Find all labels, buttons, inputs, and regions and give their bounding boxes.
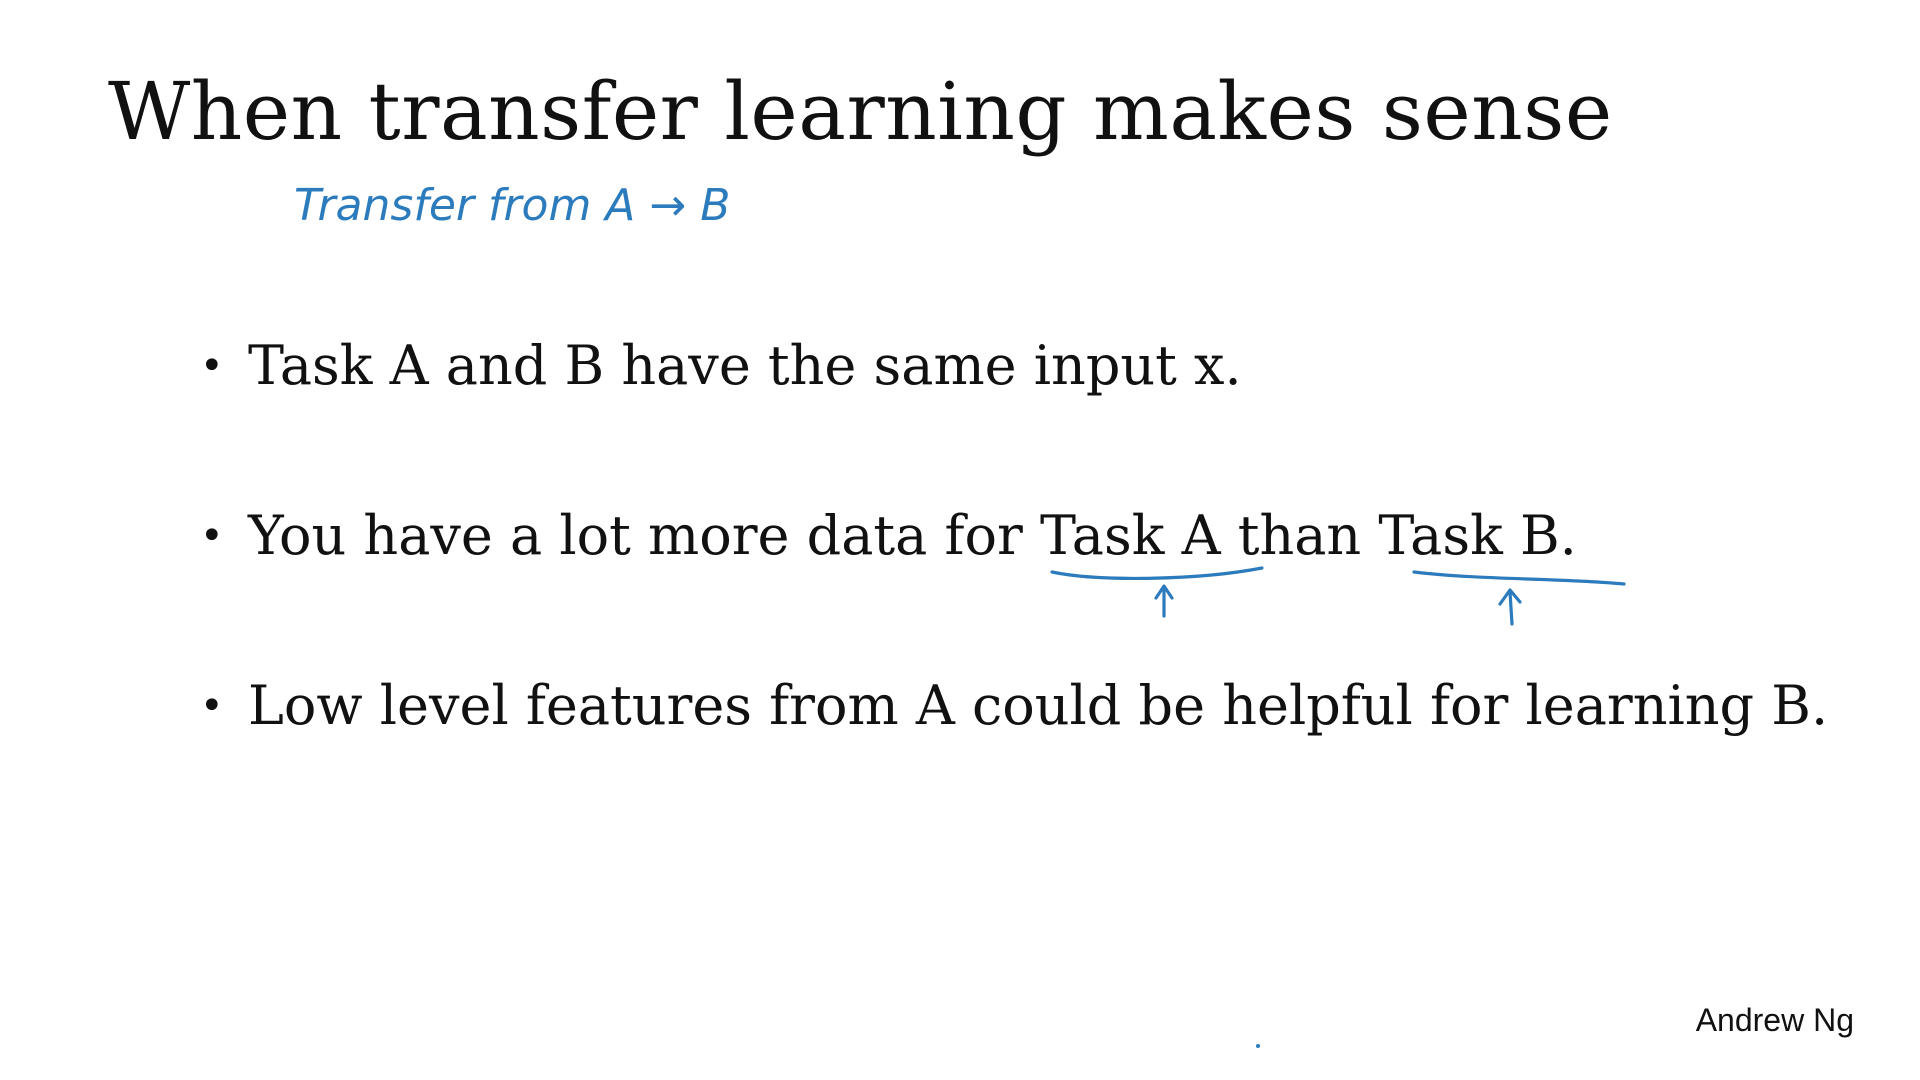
bullet-marker: •: [200, 343, 224, 389]
bullet-item: • You have a lot more data for Task A tha…: [200, 496, 1577, 576]
ink-dot: [1256, 1044, 1260, 1048]
bullet-text: You have a lot more data for Task A than…: [248, 504, 1577, 567]
bullet-marker: •: [200, 513, 224, 559]
bullet-text: Low level features from A could be helpf…: [248, 674, 1829, 737]
attribution: Andrew Ng: [1695, 1002, 1854, 1038]
arrow-up-task-b-icon: [1498, 588, 1522, 626]
bullet-text: Task A and B have the same input x.: [248, 334, 1242, 397]
bullet-marker: •: [200, 683, 224, 729]
handwritten-note: Transfer from A → B: [294, 180, 730, 231]
bullet-item: • Task A and B have the same input x.: [200, 326, 1242, 406]
bullet-item: • Low level features from A could be help…: [200, 666, 1828, 746]
slide-title: When transfer learning makes sense: [108, 65, 1613, 158]
arrow-up-task-a-icon: [1154, 584, 1174, 618]
